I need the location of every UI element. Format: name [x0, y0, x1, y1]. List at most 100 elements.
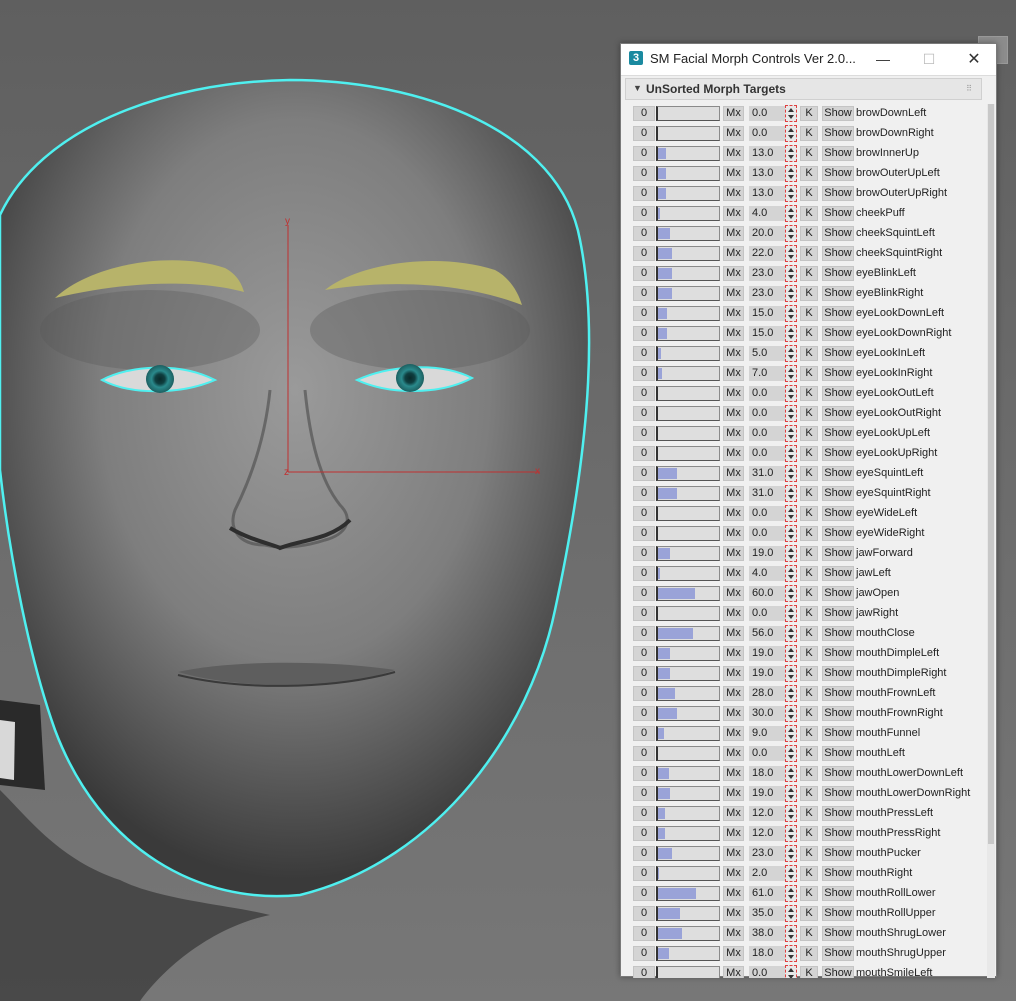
- show-button[interactable]: Show: [822, 146, 854, 161]
- key-button[interactable]: K: [800, 206, 818, 221]
- morph-value-field[interactable]: 15.0: [749, 306, 785, 321]
- key-button[interactable]: K: [800, 346, 818, 361]
- key-button[interactable]: K: [800, 106, 818, 121]
- spinner-arrows-icon[interactable]: [785, 705, 797, 722]
- morph-value-field[interactable]: 31.0: [749, 486, 785, 501]
- show-button[interactable]: Show: [822, 686, 854, 701]
- max-button[interactable]: Mx: [723, 546, 744, 561]
- spinner-arrows-icon[interactable]: [785, 685, 797, 702]
- morph-value-field[interactable]: 38.0: [749, 926, 785, 941]
- key-button[interactable]: K: [800, 146, 818, 161]
- spinner-arrows-icon[interactable]: [785, 845, 797, 862]
- show-button[interactable]: Show: [822, 446, 854, 461]
- show-button[interactable]: Show: [822, 506, 854, 521]
- max-button[interactable]: Mx: [723, 186, 744, 201]
- morph-value-field[interactable]: 0.0: [749, 126, 785, 141]
- max-button[interactable]: Mx: [723, 166, 744, 181]
- spinner-arrows-icon[interactable]: [785, 125, 797, 142]
- key-button[interactable]: K: [800, 746, 818, 761]
- zero-button[interactable]: 0: [633, 966, 655, 978]
- max-button[interactable]: Mx: [723, 886, 744, 901]
- morph-slider[interactable]: [656, 406, 720, 421]
- max-button[interactable]: Mx: [723, 146, 744, 161]
- key-button[interactable]: K: [800, 246, 818, 261]
- spinner-arrows-icon[interactable]: [785, 405, 797, 422]
- key-button[interactable]: K: [800, 546, 818, 561]
- show-button[interactable]: Show: [822, 966, 854, 978]
- spinner-arrows-icon[interactable]: [785, 325, 797, 342]
- key-button[interactable]: K: [800, 426, 818, 441]
- spinner-arrows-icon[interactable]: [785, 185, 797, 202]
- morph-value-field[interactable]: 28.0: [749, 686, 785, 701]
- max-button[interactable]: Mx: [723, 666, 744, 681]
- morph-slider[interactable]: [656, 346, 720, 361]
- morph-value-field[interactable]: 22.0: [749, 246, 785, 261]
- show-button[interactable]: Show: [822, 266, 854, 281]
- zero-button[interactable]: 0: [633, 886, 655, 901]
- spinner-arrows-icon[interactable]: [785, 565, 797, 582]
- spinner-arrows-icon[interactable]: [785, 605, 797, 622]
- zero-button[interactable]: 0: [633, 846, 655, 861]
- key-button[interactable]: K: [800, 946, 818, 961]
- morph-value-field[interactable]: 20.0: [749, 226, 785, 241]
- spinner-arrows-icon[interactable]: [785, 105, 797, 122]
- morph-slider[interactable]: [656, 826, 720, 841]
- max-button[interactable]: Mx: [723, 386, 744, 401]
- morph-slider[interactable]: [656, 546, 720, 561]
- show-button[interactable]: Show: [822, 326, 854, 341]
- key-button[interactable]: K: [800, 826, 818, 841]
- max-button[interactable]: Mx: [723, 766, 744, 781]
- morph-slider[interactable]: [656, 186, 720, 201]
- spinner-arrows-icon[interactable]: [785, 905, 797, 922]
- show-button[interactable]: Show: [822, 786, 854, 801]
- max-button[interactable]: Mx: [723, 506, 744, 521]
- zero-button[interactable]: 0: [633, 606, 655, 621]
- zero-button[interactable]: 0: [633, 186, 655, 201]
- key-button[interactable]: K: [800, 406, 818, 421]
- show-button[interactable]: Show: [822, 566, 854, 581]
- morph-slider[interactable]: [656, 846, 720, 861]
- zero-button[interactable]: 0: [633, 126, 655, 141]
- morph-value-field[interactable]: 9.0: [749, 726, 785, 741]
- show-button[interactable]: Show: [822, 226, 854, 241]
- show-button[interactable]: Show: [822, 486, 854, 501]
- max-button[interactable]: Mx: [723, 906, 744, 921]
- spinner-arrows-icon[interactable]: [785, 205, 797, 222]
- morph-slider[interactable]: [656, 686, 720, 701]
- spinner-arrows-icon[interactable]: [785, 305, 797, 322]
- show-button[interactable]: Show: [822, 366, 854, 381]
- spinner-arrows-icon[interactable]: [785, 765, 797, 782]
- scrollbar-thumb[interactable]: [988, 104, 994, 844]
- spinner-arrows-icon[interactable]: [785, 265, 797, 282]
- key-button[interactable]: K: [800, 126, 818, 141]
- zero-button[interactable]: 0: [633, 726, 655, 741]
- morph-value-field[interactable]: 0.0: [749, 446, 785, 461]
- zero-button[interactable]: 0: [633, 206, 655, 221]
- morph-slider[interactable]: [656, 706, 720, 721]
- key-button[interactable]: K: [800, 646, 818, 661]
- key-button[interactable]: K: [800, 506, 818, 521]
- show-button[interactable]: Show: [822, 866, 854, 881]
- show-button[interactable]: Show: [822, 406, 854, 421]
- zero-button[interactable]: 0: [633, 426, 655, 441]
- max-button[interactable]: Mx: [723, 326, 744, 341]
- max-button[interactable]: Mx: [723, 126, 744, 141]
- spinner-arrows-icon[interactable]: [785, 245, 797, 262]
- morph-value-field[interactable]: 0.0: [749, 386, 785, 401]
- zero-button[interactable]: 0: [633, 646, 655, 661]
- show-button[interactable]: Show: [822, 166, 854, 181]
- zero-button[interactable]: 0: [633, 566, 655, 581]
- morph-value-field[interactable]: 19.0: [749, 786, 785, 801]
- show-button[interactable]: Show: [822, 206, 854, 221]
- max-button[interactable]: Mx: [723, 426, 744, 441]
- max-button[interactable]: Mx: [723, 626, 744, 641]
- max-button[interactable]: Mx: [723, 206, 744, 221]
- spinner-arrows-icon[interactable]: [785, 545, 797, 562]
- show-button[interactable]: Show: [822, 826, 854, 841]
- show-button[interactable]: Show: [822, 766, 854, 781]
- key-button[interactable]: K: [800, 606, 818, 621]
- morph-slider[interactable]: [656, 526, 720, 541]
- spinner-arrows-icon[interactable]: [785, 425, 797, 442]
- morph-slider[interactable]: [656, 766, 720, 781]
- max-button[interactable]: Mx: [723, 706, 744, 721]
